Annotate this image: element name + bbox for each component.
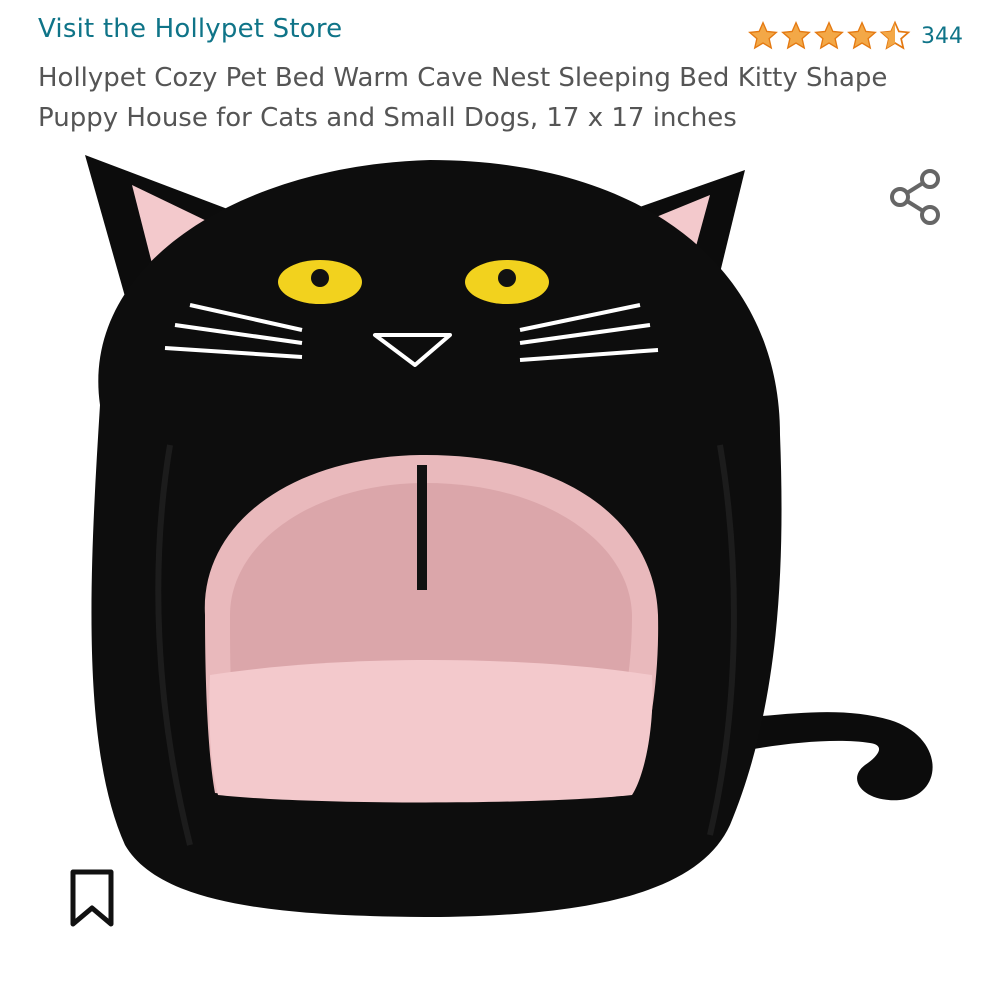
- product-image[interactable]: [40, 145, 970, 945]
- rating-count[interactable]: 344: [921, 24, 963, 49]
- star-full-icon: [846, 20, 878, 52]
- save-to-list-button[interactable]: [42, 848, 142, 948]
- bookmark-icon: [70, 869, 114, 927]
- share-button[interactable]: [884, 165, 948, 229]
- share-icon: [890, 169, 940, 225]
- star-rating: [747, 20, 911, 52]
- star-full-icon: [780, 20, 812, 52]
- product-title: Hollypet Cozy Pet Bed Warm Cave Nest Sle…: [38, 63, 888, 133]
- rating-summary[interactable]: 344: [747, 20, 963, 52]
- star-full-icon: [813, 20, 845, 52]
- product-detail-page: Visit the Hollypet Store 344 Hollypet Co…: [0, 0, 999, 1000]
- star-full-icon: [747, 20, 779, 52]
- star-half-icon: [879, 20, 911, 52]
- visit-store-link[interactable]: Visit the Hollypet Store: [38, 14, 342, 44]
